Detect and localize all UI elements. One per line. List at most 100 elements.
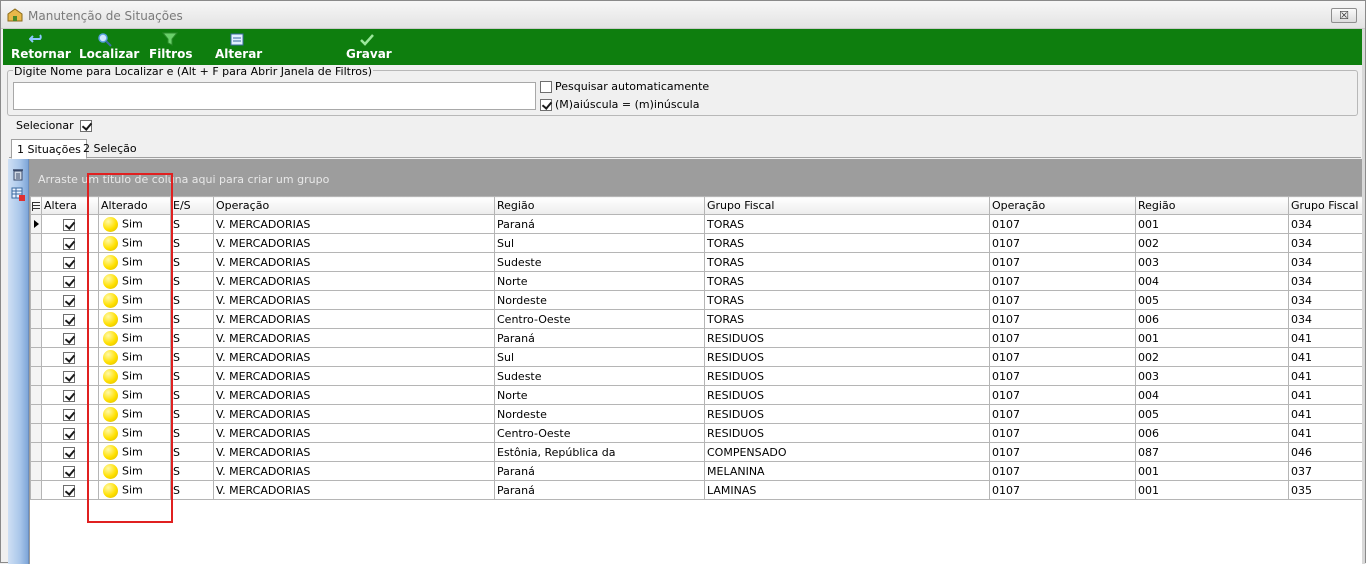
table-row[interactable]: Sim S V. MERCADORIAS Sul TORAS 0107 002 034	[30, 233, 1363, 253]
regiao-code-cell: 001	[1135, 461, 1289, 481]
table-row[interactable]: Sim S V. MERCADORIAS Nordeste RESIDUOS 0107 00…	[30, 404, 1363, 424]
altera-cell[interactable]	[41, 252, 99, 272]
altera-checkbox[interactable]	[62, 332, 75, 345]
altera-checkbox[interactable]	[62, 370, 75, 383]
auto-search-checkbox[interactable]	[540, 81, 552, 93]
table-row[interactable]: Sim S V. MERCADORIAS Estônia, República da C…	[30, 442, 1363, 462]
altera-checkbox[interactable]	[62, 256, 75, 269]
table-row[interactable]: Sim S V. MERCADORIAS Sul RESIDUOS 0107 002 041	[30, 347, 1363, 367]
table-row[interactable]: Sim S V. MERCADORIAS Paraná TORAS 0107 001 034	[30, 214, 1363, 234]
operacao-cell: V. MERCADORIAS	[213, 366, 495, 386]
table-row[interactable]: Sim S V. MERCADORIAS Centro-Oeste TORAS 0107 0…	[30, 309, 1363, 329]
regiao-cell: Paraná	[494, 214, 705, 234]
col-operacao[interactable]: Operação	[213, 196, 495, 215]
altera-checkbox[interactable]	[62, 465, 75, 478]
selecionar-option[interactable]: Selecionar	[16, 119, 95, 132]
col-altera[interactable]: Altera	[41, 196, 99, 215]
regiao-code-cell: 006	[1135, 309, 1289, 329]
alterado-value: Sim	[122, 464, 143, 477]
altera-cell[interactable]	[41, 404, 99, 424]
table-row[interactable]: Sim S V. MERCADORIAS Nordeste TORAS 0107 005 03…	[30, 290, 1363, 310]
row-indicator[interactable]	[30, 347, 42, 367]
auto-search-option[interactable]: Pesquisar automaticamente	[540, 80, 709, 93]
altera-cell[interactable]	[41, 366, 99, 386]
tab-situacoes[interactable]: 1 Situações	[11, 139, 87, 159]
altera-cell[interactable]	[41, 480, 99, 500]
search-input[interactable]	[13, 82, 536, 110]
altera-cell[interactable]	[41, 461, 99, 481]
table-row[interactable]: Sim S V. MERCADORIAS Norte RESIDUOS 0107 004 04…	[30, 385, 1363, 405]
row-indicator[interactable]	[30, 290, 42, 310]
alterar-button[interactable]: Alterar	[215, 32, 262, 64]
grupo-fiscal-cell: TORAS	[704, 309, 990, 329]
close-button[interactable]: ☒	[1331, 8, 1357, 23]
row-indicator[interactable]	[30, 385, 42, 405]
col-grupo-fiscal-code[interactable]: Grupo Fiscal	[1288, 196, 1363, 215]
altera-checkbox[interactable]	[62, 389, 75, 402]
altera-checkbox[interactable]	[62, 351, 75, 364]
altera-checkbox[interactable]	[62, 218, 75, 231]
col-regiao[interactable]: Região	[494, 196, 705, 215]
col-grupo-fiscal[interactable]: Grupo Fiscal	[704, 196, 990, 215]
case-option[interactable]: (M)aiúscula = (m)inúscula	[540, 98, 699, 111]
col-regiao-code[interactable]: Região	[1135, 196, 1289, 215]
magnifier-icon	[98, 33, 112, 47]
trash-icon[interactable]	[11, 167, 25, 181]
row-indicator[interactable]	[30, 442, 42, 462]
localizar-button[interactable]: Localizar	[79, 32, 139, 64]
tab-selecao[interactable]: 2 Seleção	[78, 139, 142, 158]
selecionar-label: Selecionar	[16, 119, 74, 132]
grid-settings-icon[interactable]	[11, 187, 25, 201]
group-by-panel[interactable]: Arraste um título de coluna aqui para cr…	[30, 159, 1363, 196]
col-alterado[interactable]: Alterado	[98, 196, 171, 215]
row-indicator[interactable]	[30, 404, 42, 424]
filtros-button[interactable]: Filtros	[149, 32, 192, 64]
altera-checkbox[interactable]	[62, 237, 75, 250]
altera-checkbox[interactable]	[62, 408, 75, 421]
alterado-value: Sim	[122, 426, 143, 439]
row-indicator[interactable]	[30, 271, 42, 291]
row-indicator[interactable]	[30, 214, 42, 234]
row-indicator[interactable]	[30, 252, 42, 272]
altera-cell[interactable]	[41, 233, 99, 253]
selecionar-checkbox[interactable]	[80, 120, 93, 132]
table-row[interactable]: Sim S V. MERCADORIAS Paraná RESIDUOS 0107 001 0…	[30, 328, 1363, 348]
altera-checkbox[interactable]	[62, 313, 75, 326]
col-es[interactable]: E/S	[170, 196, 214, 215]
retornar-button[interactable]: Retornar	[11, 32, 71, 64]
row-indicator[interactable]	[30, 233, 42, 253]
altera-cell[interactable]	[41, 309, 99, 329]
row-indicator[interactable]	[30, 480, 42, 500]
altera-cell[interactable]	[41, 271, 99, 291]
gravar-button[interactable]: Gravar	[346, 32, 392, 64]
row-indicator[interactable]	[30, 309, 42, 329]
table-row[interactable]: Sim S V. MERCADORIAS Paraná MELANINA 0107 001 0…	[30, 461, 1363, 481]
table-row[interactable]: Sim S V. MERCADORIAS Centro-Oeste RESIDUOS 01…	[30, 423, 1363, 443]
altera-cell[interactable]	[41, 442, 99, 462]
altera-checkbox[interactable]	[62, 446, 75, 459]
row-indicator[interactable]	[30, 328, 42, 348]
altera-checkbox[interactable]	[62, 294, 75, 307]
altera-checkbox[interactable]	[62, 427, 75, 440]
row-indicator[interactable]	[30, 366, 42, 386]
altera-cell[interactable]	[41, 290, 99, 310]
table-row[interactable]: Sim S V. MERCADORIAS Sudeste TORAS 0107 003 034	[30, 252, 1363, 272]
altera-checkbox[interactable]	[62, 275, 75, 288]
table-row[interactable]: Sim S V. MERCADORIAS Sudeste RESIDUOS 0107 003…	[30, 366, 1363, 386]
table-row[interactable]: Sim S V. MERCADORIAS Paraná LAMINAS 0107 001 03…	[30, 480, 1363, 500]
table-row[interactable]: Sim S V. MERCADORIAS Norte TORAS 0107 004 034	[30, 271, 1363, 291]
col-operacao-code[interactable]: Operação	[989, 196, 1136, 215]
row-indicator[interactable]	[30, 461, 42, 481]
altera-cell[interactable]	[41, 328, 99, 348]
altera-cell[interactable]	[41, 385, 99, 405]
row-indicator[interactable]	[30, 423, 42, 443]
altera-cell[interactable]	[41, 347, 99, 367]
regiao-code-cell: 004	[1135, 385, 1289, 405]
altera-cell[interactable]	[41, 214, 99, 234]
operacao-code-cell: 0107	[989, 385, 1136, 405]
column-chooser[interactable]	[30, 196, 42, 215]
altera-cell[interactable]	[41, 423, 99, 443]
altera-checkbox[interactable]	[62, 484, 75, 497]
grupo-fiscal-cell: TORAS	[704, 271, 990, 291]
case-checkbox[interactable]	[540, 99, 552, 111]
